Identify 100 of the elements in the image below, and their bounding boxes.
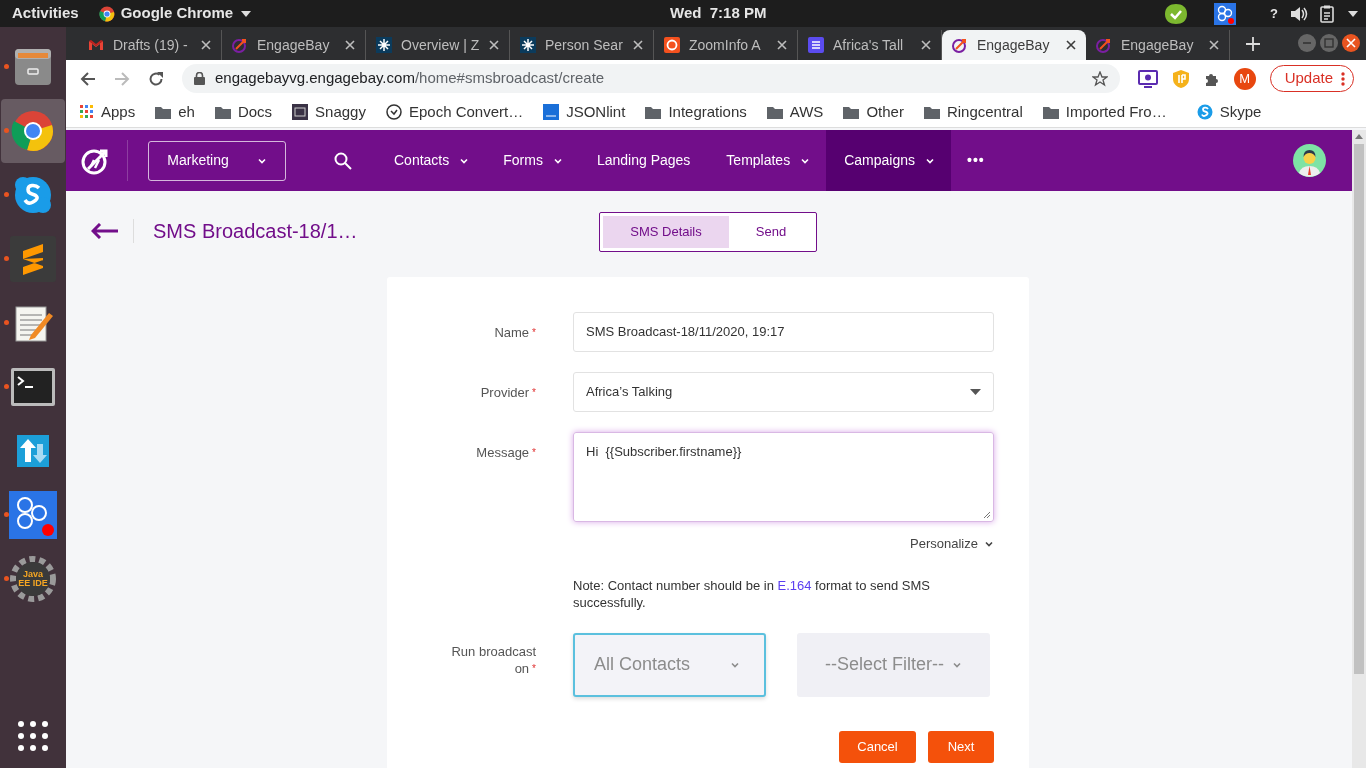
bookmark-item[interactable]: Ringcentral [923,100,1023,124]
minimize-icon[interactable] [1298,34,1316,52]
close-icon[interactable] [777,40,787,50]
app-grid-icon[interactable] [17,720,49,752]
folder-icon [645,105,662,119]
bookmark-item[interactable]: Other [843,100,904,124]
chart-logo-icon [952,37,968,53]
star-icon [520,37,536,53]
name-field[interactable]: SMS Broadcast-18/11/2020, 19:17 [573,312,994,352]
square-logo-icon [292,104,309,120]
json-file-icon [543,104,560,120]
nav-item[interactable]: Forms [485,130,579,191]
star-icon[interactable] [1091,70,1108,87]
nav-item[interactable]: Templates [708,130,827,191]
hexagon-app-icon[interactable] [1214,2,1237,25]
scroll-up-icon[interactable] [1355,134,1363,139]
required-mark: * [532,387,536,398]
close-icon[interactable] [1209,40,1219,50]
field-label: Provider * [480,385,536,400]
chart-logo-icon [232,37,248,53]
clipboard-icon[interactable] [1320,4,1336,23]
document-icon [808,37,824,53]
module-dropdown[interactable]: Marketing [148,140,286,181]
check-icon[interactable] [1164,2,1189,25]
scrollbar[interactable] [1352,130,1366,768]
personalize-dropdown[interactable]: Personalize [910,534,994,554]
mail-icon [88,37,104,53]
required-mark: * [532,327,536,338]
chrome-icon [98,5,115,22]
resize-handle-icon[interactable] [983,511,991,519]
more-button[interactable]: ••• [967,150,985,171]
bookmark-item[interactable]: Integrations [645,100,747,124]
clock-icon [385,104,402,120]
folder-icon [923,105,940,119]
bookmark-item[interactable]: Skype [1196,100,1262,124]
field-label: Run broadcast on * [451,643,536,676]
close-icon[interactable] [345,40,355,50]
close-icon[interactable] [489,40,499,50]
search-icon[interactable] [334,151,352,170]
close-icon[interactable] [921,40,931,50]
folder-icon [766,105,783,119]
close-icon[interactable] [1342,34,1360,52]
chrome-icon[interactable] [11,109,55,153]
bookmark-item[interactable]: Epoch Convert… [385,100,524,124]
circle-logo-icon [664,37,680,53]
close-icon[interactable] [201,40,211,50]
folder-icon [1042,105,1059,119]
folder-icon [843,105,860,119]
clock[interactable]: Wed 7:18 PM [670,2,767,25]
e164-link[interactable]: E.164 [777,577,812,593]
bookmark-item[interactable]: Snaggy [292,100,366,124]
star-icon [376,37,392,53]
bookmark-item[interactable]: Apps [80,100,136,124]
field-label: Message * [476,445,536,460]
nav-item[interactable]: Contacts [376,130,486,191]
folder-icon [214,105,231,119]
lock-icon [194,72,205,85]
help-icon[interactable]: ? [1270,3,1278,24]
close-icon[interactable] [1066,40,1076,50]
note-text: Note: Contact number should be in E.164 format to send SMS successfully. [573,576,931,611]
bookmark-item[interactable]: Imported Fro… [1042,100,1167,124]
app-menu[interactable]: Google Chrome [98,2,252,25]
required-mark: * [532,662,536,674]
bookmark-item[interactable]: Docs [214,100,273,124]
activities-button[interactable]: Activities [12,2,79,25]
bookmark-item[interactable]: JSONlint [543,100,626,124]
more-icon [1341,70,1345,87]
back-arrow-icon[interactable] [91,223,118,239]
caret-icon[interactable] [1348,10,1358,17]
profile-avatar[interactable]: M [1233,67,1256,90]
field-label: Name * [494,325,536,340]
caret-icon [970,389,981,395]
skype-icon [1196,104,1213,120]
new-tab-icon[interactable] [1246,37,1260,51]
volume-icon[interactable] [1290,5,1308,22]
transfer-icon[interactable] [17,435,49,467]
hexagons-icon[interactable] [9,491,57,539]
bookmark-item[interactable]: eh [155,100,195,124]
back-icon[interactable] [80,70,96,87]
user-avatar[interactable] [1293,144,1326,177]
address-bar[interactable]: engagebayvg.engagebay.com/home#smsbroadcast/create [182,64,1120,93]
reload-icon[interactable] [148,70,164,87]
terminal-icon[interactable] [10,367,56,407]
scrollbar-thumb[interactable] [1354,144,1364,674]
chart-logo-icon [1096,37,1112,53]
required-mark: * [532,447,536,458]
apps-grid-icon [80,105,94,119]
message-field[interactable]: Hi {{Subscriber.firstname}} [573,432,994,522]
step-tab[interactable]: SMS Details [603,216,729,248]
monitor-icon[interactable] [1137,69,1158,88]
folder-icon [155,105,172,119]
page-title: SMS Broadcast-18/1… [153,219,358,244]
bookmark-item[interactable]: AWS [766,100,824,124]
gear-icon[interactable]: Java EE IDE [10,556,56,602]
browser-tab[interactable]: EngageBay [942,30,1086,60]
sublime-icon[interactable] [9,235,57,283]
close-icon[interactable] [633,40,643,50]
nav-item[interactable]: Landing Pages [578,130,709,191]
provider-select[interactable]: Africa’s Talking [573,372,994,412]
nav-item[interactable]: Campaigns [826,130,951,191]
